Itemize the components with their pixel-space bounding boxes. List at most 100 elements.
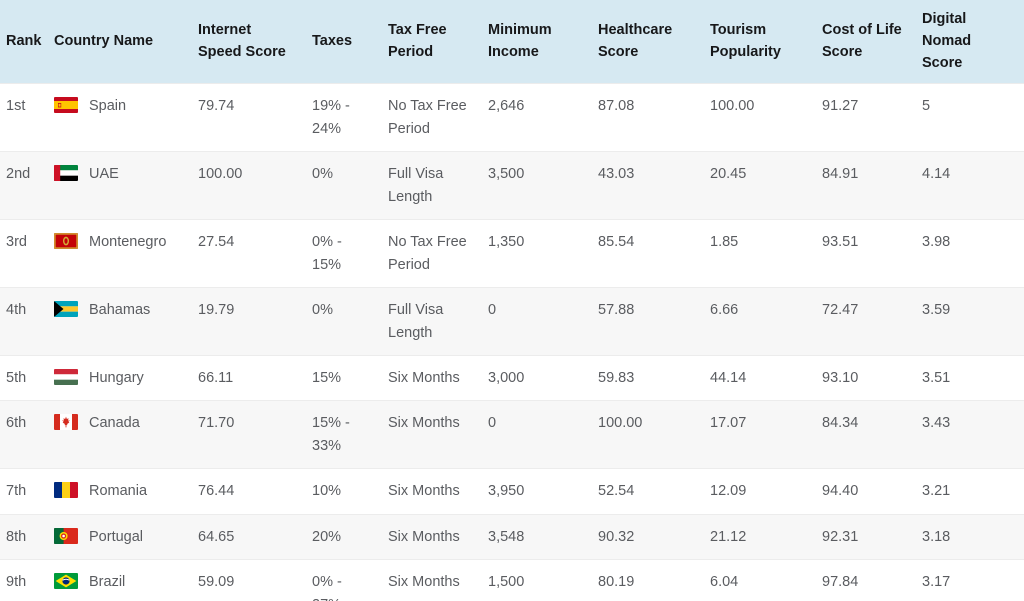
table-row[interactable]: 8th Portugal 64.65 20% Six Months 3,548 90.32 2… <box>0 513 1024 560</box>
cell-period: Full Visa Length <box>382 287 482 356</box>
table-row[interactable]: 3rd Montenegro 27.54 0% - 15% No Tax Free Pe… <box>0 219 1024 288</box>
cell-nomad: 3.51 <box>916 354 1024 401</box>
cell-health: 43.03 <box>592 151 704 220</box>
cell-tourism: 1.85 <box>704 219 816 288</box>
table-body: 1st Spain 79.74 19% - 24% No Tax Free Period… <box>0 83 1024 601</box>
cell-nomad: 4.14 <box>916 151 1024 220</box>
cell-taxes: 0% <box>306 287 382 356</box>
cell-country: Bahamas <box>48 287 192 356</box>
table-row[interactable]: 1st Spain 79.74 19% - 24% No Tax Free Period… <box>0 83 1024 152</box>
country-name: Spain <box>89 98 127 115</box>
country-cell: Spain <box>54 95 182 117</box>
cell-income: 0 <box>482 287 592 356</box>
flag-bahamas-icon <box>54 301 78 318</box>
cell-country: Portugal <box>48 513 192 560</box>
cell-health: 85.54 <box>592 219 704 288</box>
cell-rank: 8th <box>0 513 48 560</box>
cell-taxes: 20% <box>306 513 382 560</box>
table-row[interactable]: 9th Brazil 59.090% - 27%Six Months1,50080.… <box>0 559 1024 601</box>
cell-speed: 71.70 <box>192 400 306 469</box>
cell-tourism: 20.45 <box>704 151 816 220</box>
cell-taxes: 15% - 33% <box>306 400 382 469</box>
cell-income: 3,500 <box>482 151 592 220</box>
table-row[interactable]: 7th Romania 76.44 10% Six Months 3,950 52.54 12… <box>0 468 1024 515</box>
cell-health: 100.00 <box>592 400 704 469</box>
country-name: Montenegro <box>89 234 167 251</box>
country-cell: Portugal <box>54 526 182 548</box>
cell-speed: 27.54 <box>192 219 306 288</box>
cell-nomad: 5 <box>916 83 1024 152</box>
country-name: Portugal <box>89 528 144 545</box>
cell-health: 52.54 <box>592 468 704 515</box>
cell-country: Canada <box>48 400 192 469</box>
cell-taxes: 15% <box>306 354 382 401</box>
column-header-internet-speed-score[interactable]: Internet Speed Score <box>192 0 306 84</box>
flag-canada-icon <box>54 414 78 431</box>
cell-health: 57.88 <box>592 287 704 356</box>
cell-income: 2,646 <box>482 83 592 152</box>
cell-tourism: 12.09 <box>704 468 816 515</box>
cell-country: Spain <box>48 83 192 152</box>
cell-income: 3,548 <box>482 513 592 560</box>
cell-cost: 93.51 <box>816 219 916 288</box>
country-cell: Brazil <box>54 571 182 593</box>
cell-income: 1,350 <box>482 219 592 288</box>
country-name: Romania <box>89 483 148 500</box>
cell-period: Six Months <box>382 513 482 560</box>
cell-rank: 4th <box>0 287 48 356</box>
ranking-table-container: Rank Country Name Internet Speed Score T… <box>0 0 1024 601</box>
country-name: Hungary <box>89 370 144 386</box>
column-header-healthcare-score[interactable]: Healthcare Score <box>592 0 704 84</box>
cell-period: Full Visa Length <box>382 151 482 220</box>
cell-period: Six Months <box>382 559 482 601</box>
cell-cost: 94.40 <box>816 468 916 515</box>
country-cell: UAE <box>54 163 182 185</box>
cell-income: 1,500 <box>482 559 592 601</box>
cell-speed: 76.44 <box>192 468 306 515</box>
cell-nomad: 3.18 <box>916 513 1024 560</box>
column-header-digital-nomad-score[interactable]: Digital Nomad Score <box>916 0 1024 84</box>
column-header-cost-of-life-score[interactable]: Cost of Life Score <box>816 0 916 84</box>
cell-country: Montenegro <box>48 219 192 288</box>
cell-cost: 97.84 <box>816 559 916 601</box>
column-header-tax-free-period[interactable]: Tax Free Period <box>382 0 482 84</box>
country-name: Brazil <box>89 574 126 591</box>
country-cell: Romania <box>54 480 182 502</box>
table-row[interactable]: 6th Canada 71.70 15% - 33% Six Months 0 100.00… <box>0 400 1024 469</box>
cell-taxes: 10% <box>306 468 382 515</box>
column-header-rank[interactable]: Rank <box>0 0 48 84</box>
table-row[interactable]: 4th Bahamas 19.79 0% Full Visa Length 0 57.88 6… <box>0 287 1024 356</box>
cell-period: Six Months <box>382 400 482 469</box>
cell-taxes: 0% - 27% <box>306 559 382 601</box>
country-cell: Hungary <box>54 367 182 389</box>
cell-country: Romania <box>48 468 192 515</box>
flag-brazil-icon <box>54 573 78 590</box>
column-header-tourism-popularity[interactable]: Tourism Popularity <box>704 0 816 84</box>
cell-taxes: 19% - 24% <box>306 83 382 152</box>
cell-income: 3,950 <box>482 468 592 515</box>
cell-health: 87.08 <box>592 83 704 152</box>
cell-speed: 64.65 <box>192 513 306 560</box>
cell-rank: 5th <box>0 354 48 401</box>
flag-montenegro-icon <box>54 233 78 250</box>
column-header-minimum-income[interactable]: Minimum Income <box>482 0 592 84</box>
cell-income: 3,000 <box>482 354 592 401</box>
country-name: Canada <box>89 415 140 432</box>
table-row[interactable]: 5th Hungary 66.11 15% Six Months 3,000 59.83 44… <box>0 354 1024 401</box>
cell-country: Brazil <box>48 559 192 601</box>
cell-cost: 93.10 <box>816 354 916 401</box>
cell-rank: 2nd <box>0 151 48 220</box>
cell-tourism: 6.66 <box>704 287 816 356</box>
table-row[interactable]: 2nd UAE 100.00 0% Full Visa Length 3,500 43.03… <box>0 151 1024 220</box>
country-name: UAE <box>89 166 119 183</box>
cell-nomad: 3.98 <box>916 219 1024 288</box>
cell-health: 80.19 <box>592 559 704 601</box>
cell-cost: 91.27 <box>816 83 916 152</box>
column-header-taxes[interactable]: Taxes <box>306 0 382 84</box>
cell-speed: 59.09 <box>192 559 306 601</box>
cell-taxes: 0% <box>306 151 382 220</box>
cell-country: UAE <box>48 151 192 220</box>
cell-tourism: 21.12 <box>704 513 816 560</box>
cell-period: No Tax Free Period <box>382 219 482 288</box>
column-header-country[interactable]: Country Name <box>48 0 192 84</box>
